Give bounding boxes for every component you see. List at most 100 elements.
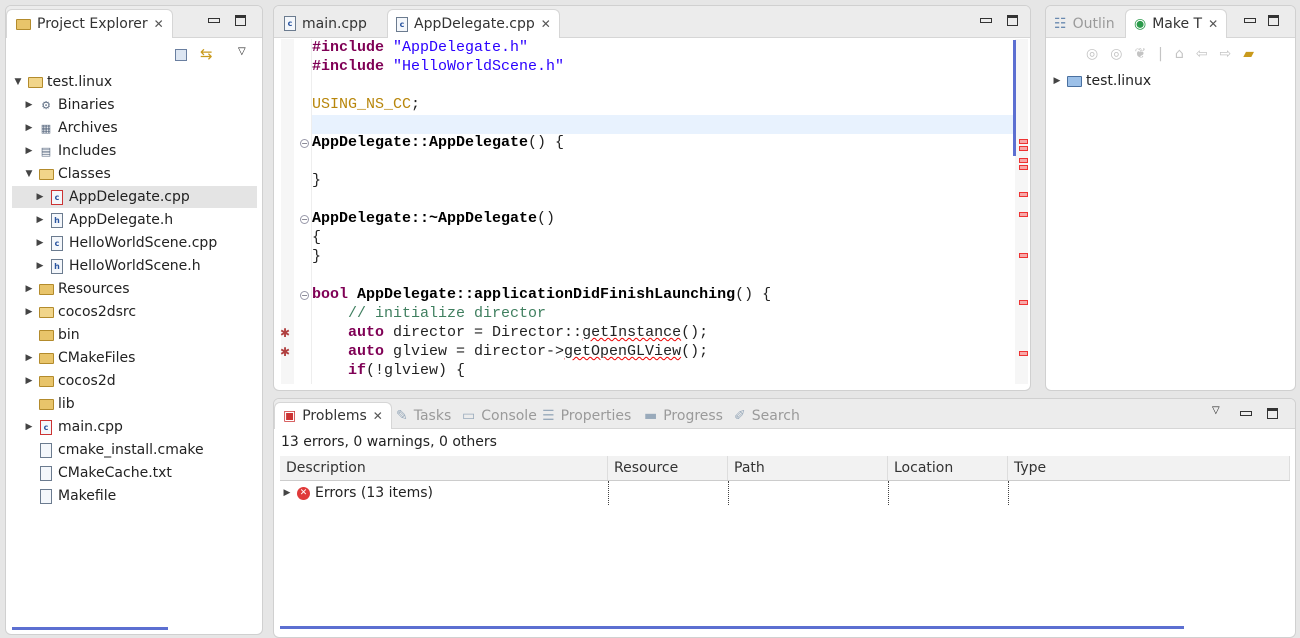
expand-icon[interactable]: ▶ — [24, 376, 34, 386]
tab-problems[interactable]: ▣ Problems ✕ — [274, 402, 392, 429]
code-line: auto glview = director->getOpenGLView(); — [312, 343, 709, 360]
tree-item[interactable]: bin — [6, 324, 251, 346]
c-project-icon — [1066, 73, 1082, 89]
maximize-button[interactable] — [1267, 408, 1278, 419]
tree-item[interactable]: CMakeCache.txt — [6, 462, 251, 484]
new-target-icon[interactable]: ◎ — [1086, 46, 1098, 62]
tree-item[interactable]: ▼ test.linux — [6, 71, 251, 93]
column-header-path[interactable]: Path — [728, 456, 888, 480]
build-target-icon[interactable]: ❦ — [1134, 46, 1146, 62]
close-icon[interactable]: ✕ — [373, 409, 383, 423]
tab-console[interactable]: ▭ Console — [454, 402, 545, 429]
maximize-button[interactable] — [1007, 15, 1018, 26]
minimize-button[interactable] — [980, 15, 992, 26]
tab-search[interactable]: ✐ Search — [726, 402, 808, 429]
expand-icon[interactable]: ▶ — [24, 100, 34, 110]
expand-icon[interactable]: ▶ — [24, 146, 34, 156]
maximize-button[interactable] — [235, 15, 246, 26]
horizontal-scrollbar[interactable] — [280, 626, 1184, 629]
column-header-description[interactable]: Description — [280, 456, 608, 480]
minimize-button[interactable] — [1240, 408, 1252, 419]
fold-collapse-icon[interactable]: − — [300, 139, 309, 148]
cpp-file-icon: c — [49, 235, 65, 251]
fold-collapse-icon[interactable]: − — [300, 215, 309, 224]
edit-target-icon[interactable]: ◎ — [1110, 46, 1122, 62]
expand-icon[interactable]: ▶ — [35, 192, 45, 202]
tree-item[interactable]: ▶ ▤ Includes — [6, 140, 251, 162]
tree-item[interactable]: ▶ cocos2dsrc — [6, 301, 251, 323]
tree-item[interactable]: ▶ CMakeFiles — [6, 347, 251, 369]
home-icon[interactable]: ⌂ — [1175, 46, 1184, 62]
error-annotation-mark[interactable] — [1019, 146, 1028, 151]
expand-icon[interactable]: ▶ — [24, 123, 34, 133]
collapse-icon[interactable]: ▼ — [13, 77, 23, 87]
expand-icon[interactable]: ▶ — [35, 215, 45, 225]
code-line: AppDelegate::~AppDelegate() — [312, 210, 556, 227]
minimize-button[interactable] — [208, 15, 220, 26]
close-icon[interactable]: ✕ — [1208, 17, 1218, 31]
tab-appdelegate-cpp[interactable]: c AppDelegate.cpp ✕ — [387, 9, 560, 38]
tree-item[interactable]: ▶ h HelloWorldScene.h — [6, 255, 251, 277]
horizontal-scrollbar[interactable] — [12, 627, 168, 630]
error-annotation-mark[interactable] — [1019, 192, 1028, 197]
expand-icon[interactable]: ▶ — [35, 238, 45, 248]
collapse-icon[interactable]: ▼ — [24, 169, 34, 179]
tab-project-explorer[interactable]: Project Explorer ✕ — [6, 9, 173, 38]
maximize-button[interactable] — [1268, 15, 1279, 26]
error-marker-bug-icon[interactable]: ✱ — [280, 326, 290, 340]
error-annotation-mark[interactable] — [1019, 253, 1028, 258]
fold-collapse-icon[interactable]: − — [300, 291, 309, 300]
tree-item[interactable]: ▼ Classes — [6, 163, 251, 185]
expand-icon[interactable]: ▶ — [1052, 76, 1062, 86]
project-explorer-tabbar: Project Explorer ✕ — [6, 6, 262, 38]
hide-empty-folders-icon[interactable]: ▰ — [1243, 46, 1254, 62]
tree-item[interactable]: ▶ ⚙ Binaries — [6, 94, 251, 116]
expand-icon[interactable]: ▶ — [24, 307, 34, 317]
tree-item[interactable]: ▶ Resources — [6, 278, 251, 300]
expand-icon[interactable]: ▶ — [35, 261, 45, 271]
close-icon[interactable]: ✕ — [154, 17, 164, 31]
tree-item[interactable]: cmake_install.cmake — [6, 439, 251, 461]
column-divider — [888, 481, 889, 505]
back-icon[interactable]: ⇦ — [1196, 46, 1208, 62]
error-annotation-mark[interactable] — [1019, 139, 1028, 144]
tree-item[interactable]: ▶ ▦ Archives — [6, 117, 251, 139]
collapse-all-icon[interactable] — [175, 49, 187, 61]
tree-item[interactable]: ▶ h AppDelegate.h — [6, 209, 251, 231]
view-menu-icon[interactable]: ▽ — [238, 46, 246, 57]
tree-item[interactable]: ▶ c main.cpp — [6, 416, 251, 438]
column-header-type[interactable]: Type — [1008, 456, 1290, 480]
expand-icon[interactable]: ▶ — [24, 284, 34, 294]
link-with-editor-icon[interactable]: ⇆ — [200, 45, 213, 63]
tab-properties[interactable]: ☰ Properties — [534, 402, 639, 429]
error-marker-bug-icon[interactable]: ✱ — [280, 345, 290, 359]
tree-item[interactable]: ▶ c HelloWorldScene.cpp — [6, 232, 251, 254]
column-header-resource[interactable]: Resource — [608, 456, 728, 480]
tab-outline[interactable]: ☷ Outlin — [1046, 9, 1123, 38]
view-menu-icon[interactable]: ▽ — [1212, 405, 1220, 416]
tab-make-target[interactable]: ◉ Make T ✕ — [1125, 9, 1228, 38]
forward-icon[interactable]: ⇨ — [1220, 46, 1232, 62]
tab-main-cpp[interactable]: c main.cpp — [276, 9, 375, 38]
column-header-location[interactable]: Location — [888, 456, 1008, 480]
error-annotation-mark[interactable] — [1019, 300, 1028, 305]
close-icon[interactable]: ✕ — [541, 17, 551, 31]
table-row[interactable]: ▶ ✕ Errors (13 items) — [280, 481, 1290, 505]
expand-icon[interactable]: ▶ — [282, 488, 292, 498]
tree-item[interactable]: ▶ c AppDelegate.cpp — [12, 186, 257, 208]
error-annotation-mark[interactable] — [1019, 158, 1028, 163]
error-annotation-mark[interactable] — [1019, 351, 1028, 356]
tree-item[interactable]: lib — [6, 393, 251, 415]
vertical-scrollbar[interactable] — [1013, 40, 1016, 156]
tree-item[interactable]: Makefile — [6, 485, 251, 507]
minimize-button[interactable] — [1244, 15, 1256, 26]
tab-tasks[interactable]: ✎ Tasks — [388, 402, 459, 429]
expand-icon[interactable]: ▶ — [24, 422, 34, 432]
tab-progress[interactable]: ▬ Progress — [636, 402, 731, 429]
tree-label: Makefile — [58, 488, 117, 504]
tree-item[interactable]: ▶ cocos2d — [6, 370, 251, 392]
tree-item-test-linux[interactable]: ▶ test.linux — [1052, 70, 1152, 92]
error-annotation-mark[interactable] — [1019, 165, 1028, 170]
error-annotation-mark[interactable] — [1019, 212, 1028, 217]
expand-icon[interactable]: ▶ — [24, 353, 34, 363]
